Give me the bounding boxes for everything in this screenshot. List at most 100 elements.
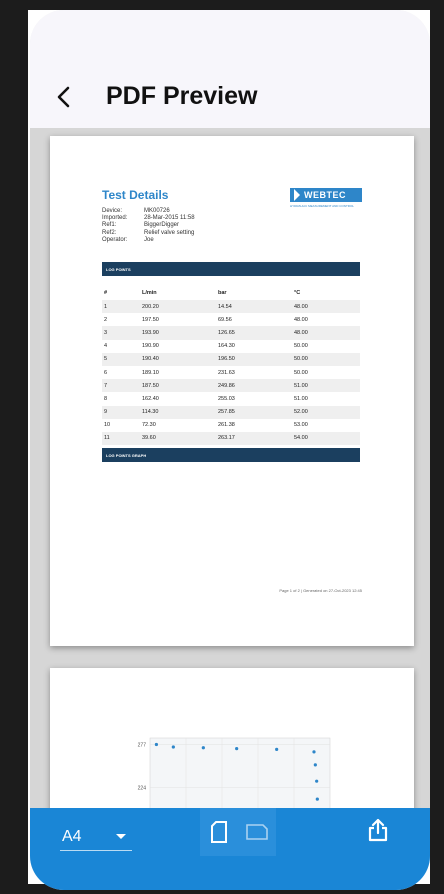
- table-row: 11 39.60 263.17 54.00: [102, 431, 360, 446]
- table-row: 4 190.90 164.30 50.00: [102, 340, 360, 353]
- table-row: 6 189.10 231.63 50.00: [102, 366, 360, 379]
- table-cell: 114.30: [141, 405, 217, 419]
- log-points-chart: 277224172bar: [138, 737, 331, 808]
- section-log-points: LOG POINTS: [102, 262, 360, 276]
- share-button[interactable]: [364, 816, 392, 844]
- pdf-page-2: 277224172bar: [50, 668, 414, 808]
- paper-size-dropdown[interactable]: A4: [60, 824, 132, 851]
- data-point: [315, 797, 319, 801]
- share-icon: [368, 818, 388, 842]
- table-cell: 164.30: [218, 343, 235, 350]
- table-cell: 53.00: [294, 422, 308, 429]
- data-point: [315, 779, 319, 783]
- table-row: 10 72.30 261.38 53.00: [102, 419, 360, 432]
- table-cell: 8: [104, 395, 108, 402]
- table-cell: 50.00: [293, 352, 360, 366]
- data-point: [275, 747, 279, 752]
- table-cell: 14.54: [217, 300, 293, 314]
- table-cell: 39.60: [141, 431, 217, 446]
- table-cell: 249.86: [217, 379, 293, 393]
- page-footer: Page 1 of 2 | Generated on 27-Oct-2023 1…: [279, 588, 362, 593]
- table-cell: 190.90: [142, 343, 159, 350]
- table-cell: 48.00: [293, 326, 360, 340]
- column-header: #: [104, 290, 108, 296]
- section-log-points-graph: LOG POINTS GRAPH: [102, 448, 360, 462]
- plot-area: [149, 737, 331, 808]
- paper-size-value: A4: [62, 828, 82, 845]
- table-cell: 9: [102, 405, 141, 419]
- portrait-page-icon: [211, 821, 227, 843]
- table-cell: 1: [102, 300, 141, 314]
- data-point: [235, 746, 239, 751]
- data-point: [154, 742, 158, 747]
- meta-key: Operator:: [102, 236, 128, 243]
- document-meta: Device: MK00726 Imported: 28-Mar-2015 11:5…: [102, 208, 195, 244]
- table-cell: 193.90: [141, 326, 217, 340]
- pdf-preview-area[interactable]: Test Details Device: MK00726 Imported: 28-…: [30, 128, 430, 808]
- pdf-page-1: Test Details Device: MK00726 Imported: 28-…: [50, 136, 414, 646]
- webtec-logo: WEBTEC: [290, 188, 362, 202]
- table-cell: 231.63: [218, 369, 235, 376]
- table-cell: 5: [102, 352, 141, 366]
- column-header: L/min: [142, 290, 157, 296]
- table-cell: 255.03: [218, 395, 235, 402]
- table-cell: 190.40: [141, 352, 217, 366]
- table-cell: 52.00: [293, 405, 360, 419]
- table-cell: 72.30: [142, 422, 156, 429]
- table-row: 3 193.90 126.65 48.00: [102, 326, 360, 340]
- landscape-button[interactable]: [244, 819, 270, 845]
- table-cell: 162.40: [142, 395, 159, 402]
- bottom-toolbar: A4: [30, 808, 430, 890]
- table-cell: 48.00: [294, 316, 308, 323]
- data-point: [313, 763, 317, 767]
- table-cell: 197.50: [142, 316, 159, 323]
- table-cell: 2: [104, 316, 108, 323]
- y-tick-label: 224: [138, 786, 147, 792]
- header: PDF Preview: [30, 10, 430, 128]
- table-cell: 200.20: [141, 300, 217, 314]
- document-title: Test Details: [102, 188, 169, 202]
- table-cell: 11: [102, 431, 141, 446]
- landscape-page-icon: [246, 824, 268, 840]
- portrait-button[interactable]: [206, 819, 232, 845]
- table-row: 1 200.20 14.54 48.00: [102, 300, 360, 314]
- data-point: [312, 750, 316, 754]
- table-row: 8 162.40 255.03 51.00: [102, 392, 360, 405]
- meta-key: Ref2:: [102, 229, 117, 236]
- table-row: 9 114.30 257.85 52.00: [102, 405, 360, 419]
- meta-key: Ref1:: [102, 222, 117, 229]
- log-points-table: # L/min bar °C 1 200.20 14.54 48.00 2 197.50 6…: [102, 286, 360, 458]
- table-row: 7 187.50 249.86 51.00: [102, 379, 360, 393]
- data-point: [201, 746, 205, 750]
- table-row: 2 197.50 69.56 48.00: [102, 313, 360, 326]
- table-header-row: # L/min bar °C: [102, 286, 360, 300]
- table-cell: 51.00: [293, 379, 360, 393]
- table-row: 5 190.40 196.50 50.00: [102, 352, 360, 366]
- meta-key: Device:: [102, 208, 123, 214]
- logo-tagline: HYDRAULIC MEASUREMENT AND CONTROL: [290, 204, 354, 208]
- table-cell: 263.17: [217, 431, 293, 446]
- table-cell: 126.65: [217, 326, 293, 340]
- table-cell: 261.38: [218, 422, 235, 429]
- meta-key: Imported:: [102, 215, 128, 222]
- table-cell: 7: [102, 379, 141, 393]
- meta-value: MK00726: [144, 208, 170, 214]
- table-cell: 51.00: [294, 395, 308, 402]
- table-cell: 6: [104, 369, 108, 376]
- table-cell: 196.50: [217, 352, 293, 366]
- meta-value: BiggerDigger: [144, 222, 180, 229]
- table-cell: 189.10: [142, 369, 159, 376]
- column-header: bar: [218, 290, 227, 296]
- meta-value: Joe: [144, 236, 154, 243]
- table-cell: 4: [104, 343, 108, 350]
- back-arrow-icon[interactable]: [52, 84, 74, 110]
- meta-value: 28-Mar-2015 11:58: [144, 215, 195, 222]
- logo-text: WEBTEC: [304, 190, 346, 200]
- table-cell: 48.00: [293, 300, 360, 314]
- meta-value: Relief valve setting: [144, 229, 195, 236]
- y-tick-label: 277: [138, 743, 147, 749]
- chevron-down-icon: [116, 834, 126, 839]
- table-cell: 50.00: [294, 343, 308, 350]
- table-cell: 187.50: [141, 379, 217, 393]
- app-screen: PDF Preview Test Details Device: MK00726 …: [30, 10, 430, 890]
